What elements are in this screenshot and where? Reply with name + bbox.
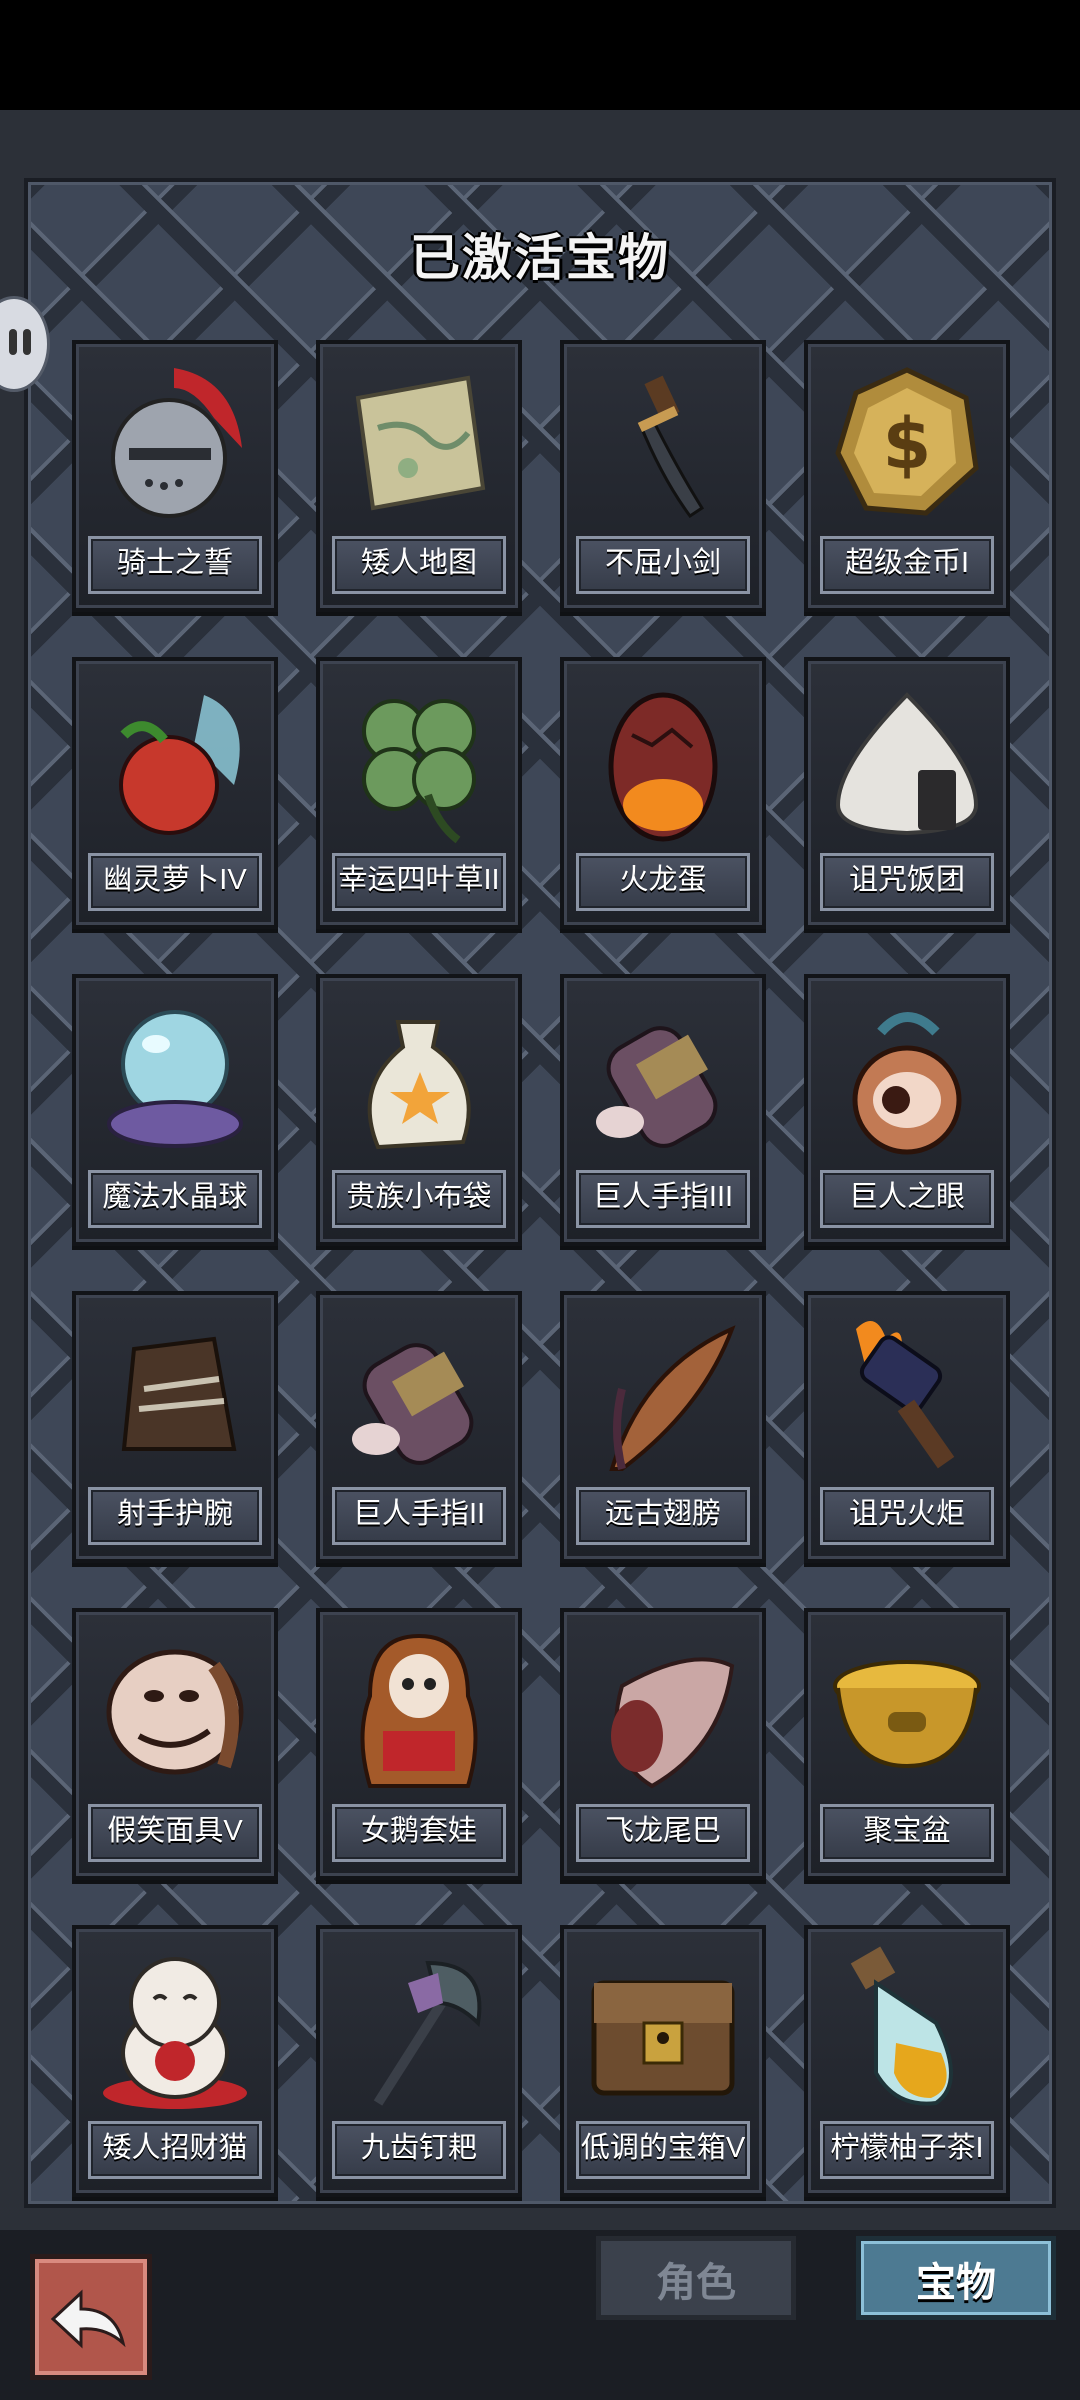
back-arrow-icon — [50, 2289, 126, 2349]
treasure-card[interactable]: 巨人手指II — [316, 1291, 522, 1563]
treasure-card[interactable]: 魔法水晶球 — [72, 974, 278, 1246]
rice-ball-icon — [826, 675, 988, 847]
ghost-radish-icon — [94, 675, 256, 847]
smile-mask-icon — [94, 1626, 256, 1798]
treasure-label: 魔法水晶球 — [88, 1170, 262, 1228]
treasure-card[interactable]: 矮人招财猫 — [72, 1925, 278, 2197]
treasure-card[interactable]: 低调的宝箱V — [560, 1925, 766, 2197]
dragon-tail-icon — [582, 1626, 744, 1798]
treasure-label: 巨人之眼 — [820, 1170, 994, 1228]
tea-bottle-icon — [826, 1943, 988, 2115]
treasure-card[interactable]: 射手护腕 — [72, 1291, 278, 1563]
treasure-card[interactable]: 火龙蛋 — [560, 657, 766, 929]
treasure-card[interactable]: 骑士之誓 — [72, 340, 278, 612]
treasure-label: 女鹅套娃 — [332, 1804, 506, 1862]
cursed-torch-icon — [826, 1309, 988, 1481]
treasure-card[interactable]: 贵族小布袋 — [316, 974, 522, 1246]
nesting-doll-icon — [338, 1626, 500, 1798]
crystal-ball-icon — [94, 992, 256, 1164]
treasure-label: 诅咒火炬 — [820, 1487, 994, 1545]
treasure-label: 假笑面具V — [88, 1804, 262, 1862]
treasure-label: 巨人手指III — [576, 1170, 750, 1228]
treasure-label: 不屈小剑 — [576, 536, 750, 594]
treasure-card[interactable]: 假笑面具V — [72, 1608, 278, 1880]
bracer-icon — [94, 1309, 256, 1481]
status-bar — [0, 0, 1080, 110]
treasure-card[interactable]: $ 超级金币I — [804, 340, 1010, 612]
treasure-chest-icon — [582, 1943, 744, 2115]
treasure-label: 柠檬柚子茶I — [820, 2121, 994, 2179]
nine-tooth-rake-icon — [338, 1943, 500, 2115]
page-title: 已激活宝物 — [410, 230, 670, 286]
treasure-card[interactable]: 幸运四叶草II — [316, 657, 522, 929]
giant-finger-icon — [338, 1309, 500, 1481]
fire-dragon-egg-icon — [582, 675, 744, 847]
treasure-card[interactable]: 巨人之眼 — [804, 974, 1010, 1246]
treasure-label: 贵族小布袋 — [332, 1170, 506, 1228]
treasure-label: 诅咒饭团 — [820, 853, 994, 911]
treasure-label: 幽灵萝卜IV — [88, 853, 262, 911]
treasure-card[interactable]: 九齿钉耙 — [316, 1925, 522, 2197]
treasure-label: 九齿钉耙 — [332, 2121, 506, 2179]
four-leaf-clover-icon — [338, 675, 500, 847]
svg-text:$: $ — [883, 403, 932, 485]
cloth-bag-icon — [338, 992, 500, 1164]
giant-eye-icon — [826, 992, 988, 1164]
treasure-label: 巨人手指II — [332, 1487, 506, 1545]
treasure-label: 矮人地图 — [332, 536, 506, 594]
treasure-card[interactable]: 矮人地图 — [316, 340, 522, 612]
treasure-label: 低调的宝箱V — [576, 2121, 750, 2179]
treasure-card[interactable]: 远古翅膀 — [560, 1291, 766, 1563]
treasure-card[interactable]: 聚宝盆 — [804, 1608, 1010, 1880]
small-sword-icon — [582, 358, 744, 530]
treasure-label: 幸运四叶草II — [332, 853, 506, 911]
knight-helmet-icon — [94, 358, 256, 530]
treasure-label: 射手护腕 — [88, 1487, 262, 1545]
treasure-bowl-icon — [826, 1626, 988, 1798]
giant-finger-icon — [582, 992, 744, 1164]
treasure-label: 远古翅膀 — [576, 1487, 750, 1545]
treasure-label: 聚宝盆 — [820, 1804, 994, 1862]
treasure-card[interactable]: 诅咒饭团 — [804, 657, 1010, 929]
tab-role[interactable]: 角色 — [596, 2236, 796, 2320]
tab-treasure[interactable]: 宝物 — [856, 2236, 1056, 2320]
treasure-card[interactable]: 不屈小剑 — [560, 340, 766, 612]
treasure-card[interactable]: 女鹅套娃 — [316, 1608, 522, 1880]
treasure-label: 超级金币I — [820, 536, 994, 594]
treasure-label: 矮人招财猫 — [88, 2121, 262, 2179]
treasure-label: 火龙蛋 — [576, 853, 750, 911]
treasure-label: 骑士之誓 — [88, 536, 262, 594]
treasure-card[interactable]: 幽灵萝卜IV — [72, 657, 278, 929]
ancient-wing-icon — [582, 1309, 744, 1481]
treasure-card[interactable]: 飞龙尾巴 — [560, 1608, 766, 1880]
back-button[interactable] — [30, 2254, 152, 2380]
map-scroll-icon — [338, 358, 500, 530]
treasure-card[interactable]: 巨人手指III — [560, 974, 766, 1246]
treasure-label: 飞龙尾巴 — [576, 1804, 750, 1862]
gold-coin-icon: $ — [826, 358, 988, 530]
lucky-cat-icon — [94, 1943, 256, 2115]
treasure-card[interactable]: 诅咒火炬 — [804, 1291, 1010, 1563]
treasure-card[interactable]: 柠檬柚子茶I — [804, 1925, 1010, 2197]
